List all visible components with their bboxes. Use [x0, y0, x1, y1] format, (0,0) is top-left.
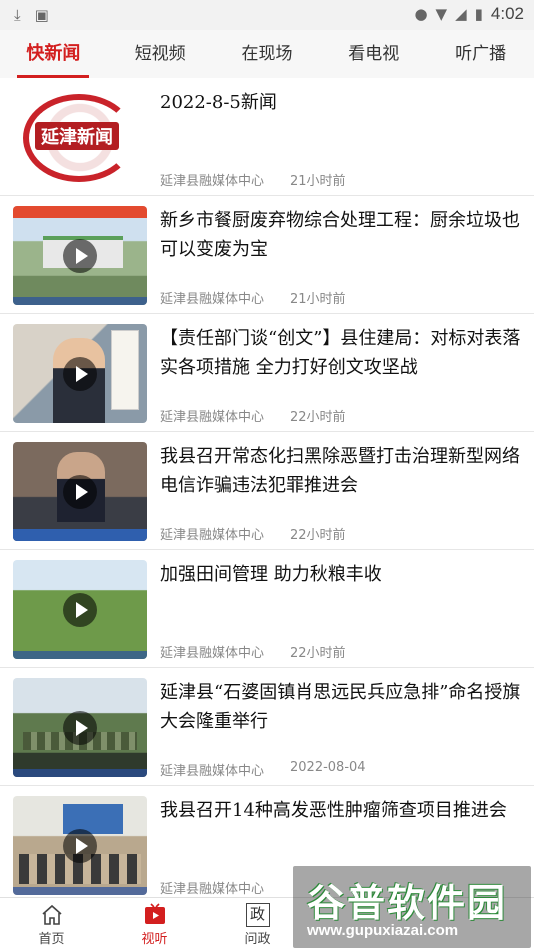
watermark-text: 谷普软件园 — [307, 881, 508, 925]
news-source: 延津县融媒体中心 — [160, 292, 265, 307]
status-time: 4:02 — [490, 4, 524, 23]
news-thumbnail[interactable] — [13, 796, 147, 895]
news-thumbnail[interactable] — [13, 678, 147, 777]
news-meta: 延津县融媒体中心 21小时前 — [160, 170, 346, 189]
news-item[interactable]: 加强田间管理 助力秋粮丰收 延津县融媒体中心 22小时前 — [0, 550, 534, 668]
news-time: 22小时前 — [290, 646, 346, 661]
nav-video[interactable]: 视听 — [103, 898, 206, 950]
status-bar: ⤓ ▣ ● ▼ ◢ ▮ 4:02 — [0, 0, 534, 30]
news-meta: 延津县融媒体中心 2022-08-04 — [160, 760, 366, 779]
news-thumbnail[interactable] — [13, 206, 147, 305]
tab-zaixianchang[interactable]: 在现场 — [214, 30, 321, 78]
news-time: 2022-08-04 — [290, 760, 366, 775]
news-logo-image: 延津新闻 — [35, 122, 119, 150]
news-thumbnail[interactable]: 延津新闻 — [13, 88, 147, 187]
news-source: 延津县融媒体中心 — [160, 410, 265, 425]
nav-video-label: 视听 — [141, 932, 168, 947]
home-icon — [41, 904, 62, 925]
video-icon — [144, 903, 165, 924]
news-item[interactable]: 延津新闻 2022-8-5新闻 延津县融媒体中心 21小时前 — [0, 78, 534, 196]
download-icon: ⤓ — [14, 6, 21, 24]
news-title[interactable]: 我县召开常态化扫黑除恶暨打击治理新型网络电信诈骗违法犯罪推进会 — [160, 442, 524, 500]
news-thumbnail[interactable] — [13, 442, 147, 541]
news-meta: 延津县融媒体中心 22小时前 — [160, 642, 346, 661]
nav-home[interactable]: 首页 — [0, 898, 103, 950]
news-list: 延津新闻 2022-8-5新闻 延津县融媒体中心 21小时前 新乡市餐厨废弃物综… — [0, 78, 534, 904]
battery-icon: ▮ — [474, 5, 483, 23]
news-thumbnail[interactable] — [13, 324, 147, 423]
news-meta: 延津县融媒体中心 — [160, 878, 290, 897]
news-time: 22小时前 — [290, 528, 346, 543]
tab-kandianshi[interactable]: 看电视 — [320, 30, 427, 78]
news-item[interactable]: 延津县“石婆固镇肖思远民兵应急排”命名授旗大会隆重举行 延津县融媒体中心 202… — [0, 668, 534, 786]
news-title[interactable]: 新乡市餐厨废弃物综合处理工程：厨余垃圾也可以变废为宝 — [160, 206, 524, 264]
play-icon[interactable] — [63, 356, 97, 391]
news-item[interactable]: 新乡市餐厨废弃物综合处理工程：厨余垃圾也可以变废为宝 延津县融媒体中心 21小时… — [0, 196, 534, 314]
nav-home-label: 首页 — [38, 932, 65, 947]
news-title[interactable]: 2022-8-5新闻 — [160, 88, 524, 117]
tab-tingguangbo[interactable]: 听广播 — [427, 30, 534, 78]
play-icon[interactable] — [63, 238, 97, 273]
news-time: 21小时前 — [290, 292, 346, 307]
news-item[interactable]: 我县召开常态化扫黑除恶暨打击治理新型网络电信诈骗违法犯罪推进会 延津县融媒体中心… — [0, 432, 534, 550]
news-source: 延津县融媒体中心 — [160, 764, 265, 779]
play-icon[interactable] — [63, 710, 97, 745]
play-icon[interactable] — [63, 592, 97, 627]
news-source: 延津县融媒体中心 — [160, 882, 265, 897]
news-time: 21小时前 — [290, 174, 346, 189]
watermark: 谷普软件园 www.gupuxiazai.com — [293, 866, 531, 948]
watermark-url: www.gupuxiazai.com — [307, 922, 459, 939]
play-icon[interactable] — [63, 474, 97, 509]
signal-icon: ◢ — [455, 5, 467, 23]
news-title[interactable]: 延津县“石婆固镇肖思远民兵应急排”命名授旗大会隆重举行 — [160, 678, 524, 736]
news-source: 延津县融媒体中心 — [160, 528, 265, 543]
font-a-icon: ▣ — [34, 6, 49, 24]
news-title[interactable]: 加强田间管理 助力秋粮丰收 — [160, 560, 524, 589]
news-item[interactable]: 【责任部门谈“创文”】县住建局：对标对表落实各项措施 全力打好创文攻坚战 延津县… — [0, 314, 534, 432]
news-thumbnail[interactable] — [13, 560, 147, 659]
news-meta: 延津县融媒体中心 21小时前 — [160, 288, 346, 307]
tab-duanshipin[interactable]: 短视频 — [107, 30, 214, 78]
news-meta: 延津县融媒体中心 22小时前 — [160, 406, 346, 425]
news-source: 延津县融媒体中心 — [160, 646, 265, 661]
wifi-icon: ▼ — [435, 5, 448, 23]
news-title[interactable]: 我县召开14种高发恶性肿瘤筛查项目推进会 — [160, 796, 524, 825]
news-time: 22小时前 — [290, 410, 346, 425]
tab-kuaixinwen[interactable]: 快新闻 — [0, 30, 107, 78]
category-tabs: 快新闻 短视频 在现场 看电视 听广播 — [0, 30, 534, 78]
news-source: 延津县融媒体中心 — [160, 174, 265, 189]
location-icon: ● — [414, 5, 428, 23]
play-icon[interactable] — [63, 828, 97, 863]
zheng-icon: 政 — [245, 903, 270, 927]
news-meta: 延津县融媒体中心 22小时前 — [160, 524, 346, 543]
news-title[interactable]: 【责任部门谈“创文”】县住建局：对标对表落实各项措施 全力打好创文攻坚战 — [160, 324, 524, 382]
